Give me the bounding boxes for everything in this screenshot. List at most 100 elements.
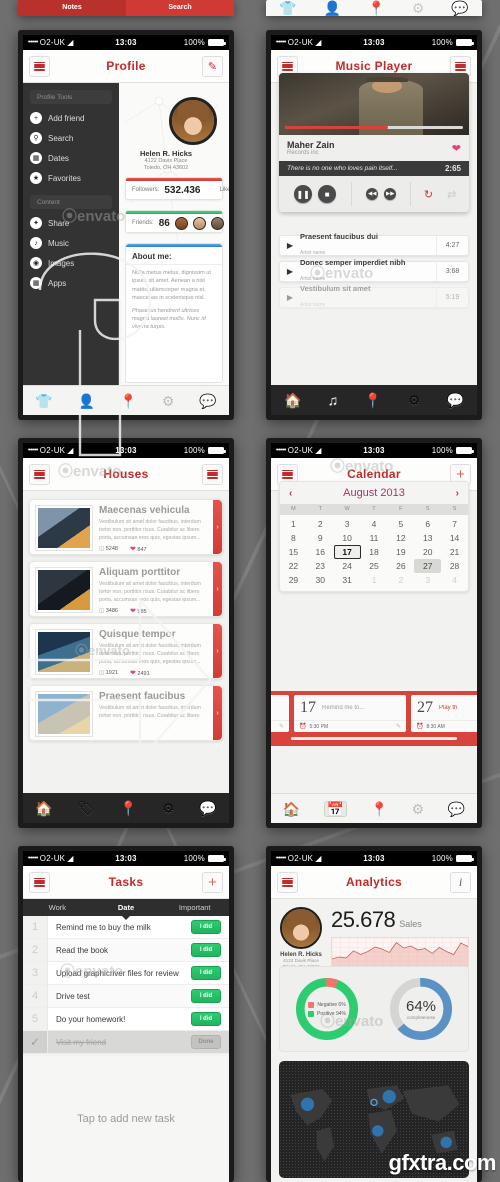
edit-pencil-icon[interactable]: ✎ [279, 723, 284, 730]
house-row[interactable]: Quisque tempor Vestibulum sit amet dolor… [29, 623, 223, 679]
calendar-icon[interactable]: 📅 [323, 800, 348, 817]
calendar-day[interactable]: 21 [441, 545, 468, 559]
tab-notes[interactable]: Notes [18, 0, 126, 16]
house-open-button[interactable]: › [213, 686, 222, 740]
drawer-item-add-friend[interactable]: + Add friend [23, 108, 119, 128]
playback-progress[interactable] [285, 126, 463, 129]
calendar-day[interactable]: 23 [307, 559, 334, 573]
calendar-day[interactable]: 20 [414, 545, 441, 559]
calendar-grid[interactable]: 1 2 3 4 5 6 7 8 9 10 11 12 13 14 15 16 17 18 19 20 21 22 23 24 2… [280, 515, 468, 591]
calendar-day[interactable]: 3 [334, 517, 361, 531]
stop-button[interactable]: ■ [318, 185, 337, 203]
house-row[interactable]: Aliquam porttitor Vestibulum sit amet do… [29, 561, 223, 617]
menu-button[interactable] [29, 463, 50, 485]
house-row[interactable]: Praesent faucibus Vestibulum sit amet do… [29, 685, 223, 741]
calendar-day[interactable]: 24 [334, 559, 361, 573]
home-icon[interactable]: 🏠 [284, 393, 301, 407]
add-task-area[interactable]: Tap to add new task [23, 1056, 229, 1182]
task-row[interactable]: 3 Upload graphicriver files for review I d… [23, 962, 229, 985]
task-done-button[interactable]: I did [191, 1012, 221, 1026]
previous-month-button[interactable]: ‹ [289, 488, 292, 499]
calendar-day[interactable]: 1 [280, 517, 307, 531]
task-done-button[interactable]: I did [191, 989, 221, 1003]
house-open-button[interactable]: › [213, 562, 222, 616]
task-row[interactable]: 4 Drive test I did [23, 985, 229, 1008]
tabbar-profile[interactable]: 👕 👤 📍 ⚙ 💬 [23, 385, 229, 415]
calendar-day[interactable]: 5 [387, 517, 414, 531]
events-scrollbar[interactable] [291, 737, 457, 740]
calendar-day[interactable]: 8 [280, 531, 307, 545]
shuffle-button[interactable]: ⇄ [447, 188, 456, 201]
calendar-day-selected[interactable]: 27 [414, 559, 442, 573]
task-row[interactable]: 5 Do your homework! I did [23, 1008, 229, 1031]
tabbar-houses[interactable]: 🏠 🏷 📍 ⚙ 💬 [23, 793, 229, 823]
drawer-item-search[interactable]: ⚲ Search [23, 128, 119, 148]
tab-search[interactable]: Search [126, 0, 234, 16]
calendar-day[interactable]: 15 [280, 545, 307, 559]
calendar-day[interactable]: 13 [414, 531, 441, 545]
location-pin-icon[interactable]: 📍 [364, 393, 381, 407]
house-open-button[interactable]: › [213, 500, 222, 554]
calendar-day[interactable]: 18 [361, 545, 388, 559]
location-pin-icon[interactable]: 📍 [371, 802, 388, 816]
calendar-day[interactable]: 10 [334, 531, 361, 545]
menu-button[interactable] [277, 871, 298, 893]
gear-icon[interactable]: ⚙ [162, 394, 175, 408]
tabbar-calendar[interactable]: 🏠 📅 📍 ⚙ 💬 [271, 793, 477, 823]
calendar-day[interactable]: 29 [280, 573, 307, 587]
task-row-completed[interactable]: ✓ Visit my friend Done [23, 1031, 229, 1054]
repeat-button[interactable]: ↻ [424, 188, 433, 201]
gear-icon[interactable]: ⚙ [162, 801, 175, 815]
gear-icon[interactable]: ⚙ [412, 1, 425, 15]
chat-icon[interactable]: 💬 [448, 802, 465, 816]
task-done-button[interactable]: I did [191, 920, 221, 934]
partial-notes-search-tabs[interactable]: Notes Search [18, 0, 234, 16]
drawer-item-share[interactable]: ✦ Share [23, 213, 119, 233]
home-icon[interactable]: 🏠 [35, 801, 52, 815]
chat-icon[interactable]: 💬 [451, 1, 468, 15]
calendar-day-next-month[interactable]: 3 [414, 573, 441, 587]
calendar-day-next-month[interactable]: 1 [361, 573, 388, 587]
drawer-item-apps[interactable]: ▦ Apps [23, 273, 119, 293]
calendar-day[interactable]: 16 [307, 545, 334, 559]
next-month-button[interactable]: › [456, 488, 459, 499]
task-done-button[interactable]: I did [191, 966, 221, 980]
task-filter-tabs[interactable]: Work Date Important [23, 899, 229, 920]
tab-date[interactable]: Date [92, 899, 161, 916]
calendar-day-next-month[interactable]: 2 [387, 573, 414, 587]
calendar-day[interactable]: 26 [387, 559, 414, 573]
profile-icon[interactable]: 👤 [324, 1, 341, 15]
calendar-day[interactable]: 4 [361, 517, 388, 531]
location-pin-icon[interactable]: 📍 [120, 801, 137, 815]
calendar-day[interactable]: 14 [441, 531, 468, 545]
info-button[interactable]: i [450, 871, 471, 893]
drawer-item-favorites[interactable]: ★ Favorites [23, 168, 119, 188]
calendar-day[interactable]: 30 [307, 573, 334, 587]
task-done-button[interactable]: I did [191, 943, 221, 957]
calendar-day[interactable]: 9 [307, 531, 334, 545]
location-pin-icon[interactable]: 📍 [120, 394, 137, 408]
heart-icon[interactable]: ❤ [452, 142, 461, 155]
location-pin-icon[interactable]: 📍 [368, 1, 385, 15]
tab-work[interactable]: Work [23, 899, 92, 916]
previous-button[interactable]: ◀◀ [366, 188, 379, 200]
add-task-button[interactable]: + [201, 871, 223, 893]
drawer-item-images[interactable]: ◉ Images [23, 253, 119, 273]
pause-button[interactable]: ❚❚ [294, 185, 313, 203]
friend-avatar[interactable] [192, 216, 206, 230]
play-icon[interactable]: ▶ [280, 293, 300, 302]
play-icon[interactable]: ▶ [280, 241, 300, 250]
edit-pencil-icon[interactable]: ✎ [396, 723, 401, 730]
drawer-item-dates[interactable]: ▦ Dates [23, 148, 119, 168]
next-button[interactable]: ▶▶ [384, 188, 397, 200]
calendar-day[interactable]: 19 [387, 545, 414, 559]
tag-icon[interactable]: 🏷 [77, 801, 95, 815]
calendar-day[interactable]: 22 [280, 559, 307, 573]
calendar-day[interactable]: 25 [361, 559, 388, 573]
gear-icon[interactable]: ⚙ [408, 393, 421, 407]
events-scroller[interactable]: to... ✎ 17Remind me to... ⏰5:30 PM✎ 27Pl… [271, 695, 477, 732]
event-card[interactable]: 27Play th ⏰8:30 AM✎ [411, 695, 477, 732]
event-card[interactable]: to... ✎ [271, 695, 289, 732]
chat-icon[interactable]: 💬 [199, 801, 216, 815]
music-note-icon[interactable]: ♫ [328, 393, 339, 407]
